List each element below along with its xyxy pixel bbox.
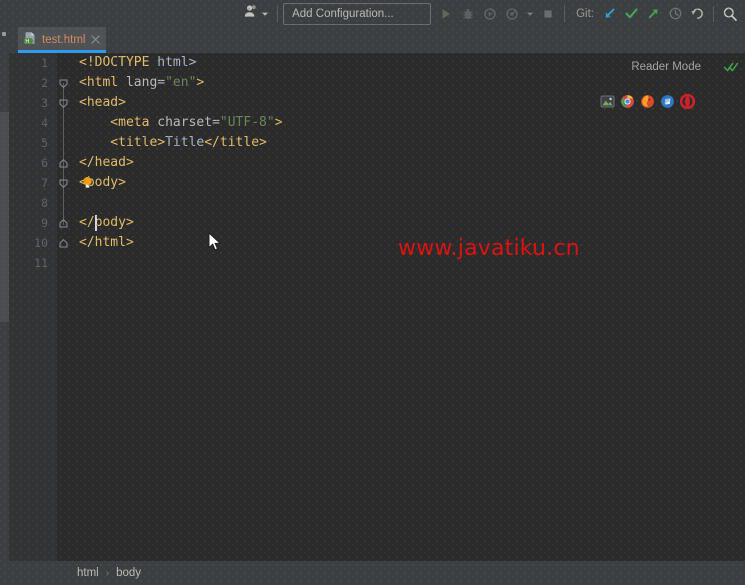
code-token: <head>	[79, 95, 126, 110]
fold-marker-close[interactable]	[58, 213, 69, 233]
run-play-icon[interactable]	[435, 3, 457, 25]
code-text-area[interactable]: <!DOCTYPE html> <html lang="en"> <head> <m…	[71, 53, 745, 561]
line-number: 7	[41, 176, 48, 190]
line-number: 2	[41, 76, 48, 90]
code-line[interactable]	[71, 193, 745, 213]
git-push-arrow-icon[interactable]	[642, 3, 664, 25]
main-toolbar: Add Configuration... Git:	[0, 0, 745, 27]
code-token: </html>	[79, 235, 134, 250]
tool-window-nub	[2, 32, 6, 36]
code-token: <html	[79, 75, 126, 90]
line-number: 11	[34, 256, 48, 270]
git-label: Git:	[576, 7, 594, 20]
chevron-down-icon	[261, 5, 269, 23]
line-number: 4	[41, 116, 48, 130]
search-magnifier-icon[interactable]	[719, 3, 741, 25]
editor-tab-test-html[interactable]: H test.html	[18, 27, 107, 53]
history-clock-icon[interactable]	[664, 3, 686, 25]
code-editor[interactable]: 1 2 3 4 5 6 7 8 9 10 11 <!DOCTYPE html> …	[9, 53, 745, 561]
fold-marker-open[interactable]	[58, 93, 69, 113]
run-configuration-selector[interactable]: Add Configuration...	[283, 2, 432, 25]
fold-marker-close[interactable]	[58, 153, 69, 173]
toolbar-divider-3	[713, 5, 714, 22]
line-number: 6	[41, 156, 48, 170]
toolbar-divider-2	[564, 5, 566, 22]
code-token: charset	[157, 115, 213, 130]
close-x-icon[interactable]	[91, 34, 101, 46]
breadcrumb[interactable]: html › body	[75, 567, 143, 579]
user-avatar-icon	[243, 3, 259, 24]
breadcrumb-item-html[interactable]: html	[75, 567, 101, 579]
toolbar-divider-1	[277, 5, 279, 22]
fold-marker-open[interactable]	[58, 73, 69, 93]
text-caret	[95, 215, 97, 231]
code-folding-rail[interactable]	[57, 53, 71, 561]
code-token: <title>	[79, 135, 166, 150]
line-number: 1	[41, 56, 48, 70]
reader-mode-label[interactable]: Reader Mode	[631, 61, 701, 73]
code-token: >	[196, 75, 205, 90]
code-token: Title	[165, 135, 205, 150]
code-line[interactable]: </body>	[71, 213, 745, 233]
stop-square-icon[interactable]	[537, 3, 559, 25]
code-token: <meta	[79, 115, 158, 130]
run-with-coverage-icon[interactable]	[479, 3, 501, 25]
code-token: lang	[125, 75, 158, 90]
code-line[interactable]: <body>	[71, 173, 745, 193]
code-token: "UTF-8"	[219, 115, 275, 130]
code-token: html>	[157, 55, 197, 70]
edge-browser-icon[interactable]	[660, 94, 675, 109]
code-token: =	[212, 115, 220, 130]
opera-browser-icon[interactable]	[679, 93, 696, 110]
breadcrumb-item-body[interactable]: body	[114, 567, 143, 579]
tab-label: test.html	[42, 34, 86, 46]
browser-launcher-bar[interactable]	[600, 93, 696, 110]
editor-tab-bar: H test.html	[9, 27, 745, 53]
svg-text:H: H	[25, 38, 29, 44]
run-profiler-icon[interactable]	[501, 3, 523, 25]
left-tool-window-strip[interactable]	[0, 27, 9, 585]
code-token: </body>	[79, 215, 134, 230]
editor-vertical-scrollbar[interactable]	[0, 112, 9, 322]
line-number: 9	[41, 216, 48, 230]
rollback-undo-icon[interactable]	[686, 3, 708, 25]
profiler-chevron-down-icon[interactable]	[523, 3, 537, 25]
editor-gutter[interactable]: 1 2 3 4 5 6 7 8 9 10 11	[9, 53, 57, 561]
preview-in-editor-icon[interactable]	[600, 94, 615, 109]
code-token: <!DOCTYPE	[79, 55, 158, 70]
site-watermark: www.javatiku.cn	[398, 236, 580, 261]
chrome-browser-icon[interactable]	[620, 94, 635, 109]
line-number: 10	[34, 236, 48, 250]
line-number: 3	[41, 96, 48, 110]
line-number: 5	[41, 136, 48, 150]
firefox-browser-icon[interactable]	[640, 94, 655, 109]
code-line[interactable]: <title>Title</title>	[71, 133, 745, 153]
code-token: "en"	[165, 75, 197, 90]
code-token: =	[157, 75, 166, 90]
tab-active-underline	[18, 50, 107, 53]
inspections-ok-double-check-icon[interactable]	[723, 59, 739, 75]
code-line[interactable]: <html lang="en">	[71, 73, 745, 93]
code-token: >	[274, 115, 283, 130]
fold-marker-close[interactable]	[58, 233, 69, 253]
line-number: 8	[41, 196, 48, 210]
ide-window: Add Configuration... Git: H test.html 1 …	[0, 0, 745, 585]
git-update-arrow-icon[interactable]	[598, 3, 620, 25]
code-line[interactable]: <meta charset="UTF-8">	[71, 113, 745, 133]
breadcrumb-bar: html › body	[9, 561, 745, 585]
code-token: </title>	[204, 135, 267, 150]
profile-button[interactable]	[240, 3, 272, 25]
fold-marker-open[interactable]	[58, 173, 69, 193]
breadcrumb-separator-icon: ›	[105, 567, 110, 579]
intention-lightbulb-icon[interactable]	[81, 176, 94, 189]
debug-bug-icon[interactable]	[457, 3, 479, 25]
html-file-icon: H	[23, 31, 37, 50]
code-token: </head>	[79, 155, 134, 170]
git-commit-check-icon[interactable]	[620, 3, 642, 25]
code-line[interactable]: </head>	[71, 153, 745, 173]
